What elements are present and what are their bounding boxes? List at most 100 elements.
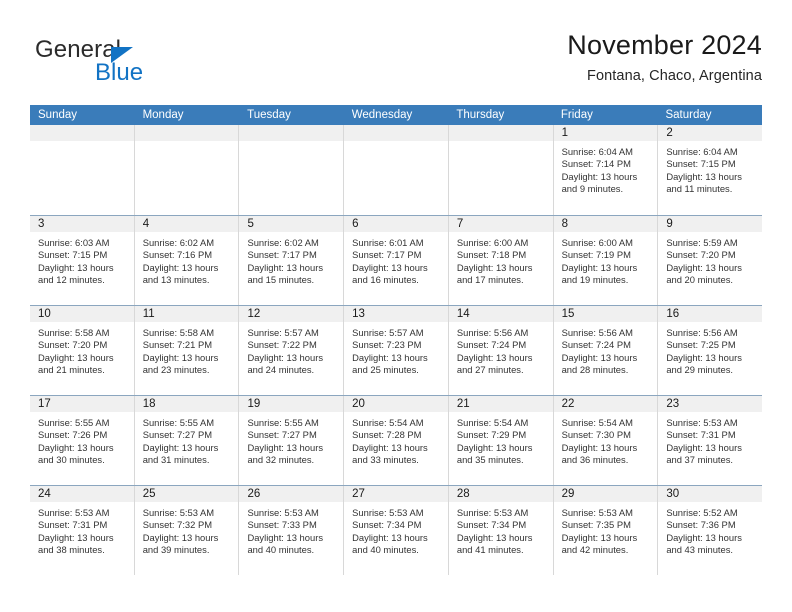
- calendar-day-cell[interactable]: 14 Sunrise: 5:56 AM Sunset: 7:24 PM Dayli…: [448, 306, 554, 395]
- day-number-band: 1: [553, 125, 658, 142]
- calendar-day-cell[interactable]: 26 Sunrise: 5:53 AM Sunset: 7:33 PM Dayli…: [239, 486, 345, 575]
- day-number: 24: [38, 488, 51, 500]
- day-number-band: 7: [448, 216, 553, 233]
- day-sun-details: Sunrise: 5:53 AM Sunset: 7:33 PM Dayligh…: [247, 507, 324, 556]
- day-sun-details: Sunrise: 6:02 AM Sunset: 7:16 PM Dayligh…: [142, 237, 219, 286]
- calendar-day-cell[interactable]: 3 Sunrise: 6:03 AM Sunset: 7:15 PM Daylig…: [30, 216, 135, 305]
- day-sun-details: Sunrise: 5:59 AM Sunset: 7:20 PM Dayligh…: [666, 237, 742, 286]
- day-number-band: 12: [239, 306, 344, 323]
- calendar-day-cell[interactable]: 1 Sunrise: 6:04 AM Sunset: 7:14 PM Daylig…: [553, 125, 659, 215]
- day-number-band: 15: [553, 306, 658, 323]
- day-number-band: 28: [448, 486, 553, 503]
- weekday-header-friday: Friday: [560, 109, 593, 121]
- day-number: 2: [666, 127, 673, 139]
- day-sun-details: Sunrise: 6:04 AM Sunset: 7:14 PM Dayligh…: [561, 146, 638, 195]
- day-number: 19: [247, 398, 261, 410]
- day-number-band: 17: [30, 396, 134, 413]
- calendar-day-cell[interactable]: 22 Sunrise: 5:54 AM Sunset: 7:30 PM Dayli…: [553, 396, 659, 485]
- day-number: 15: [561, 308, 575, 320]
- day-sun-details: Sunrise: 5:58 AM Sunset: 7:20 PM Dayligh…: [38, 327, 114, 376]
- day-sun-details: Sunrise: 6:00 AM Sunset: 7:19 PM Dayligh…: [561, 237, 638, 286]
- day-number-band: 11: [134, 306, 239, 323]
- calendar-day-cell[interactable]: 20 Sunrise: 5:54 AM Sunset: 7:28 PM Dayli…: [344, 396, 449, 485]
- calendar-day-cell[interactable]: 18 Sunrise: 5:55 AM Sunset: 7:27 PM Dayli…: [134, 396, 240, 485]
- calendar-day-cell[interactable]: 19 Sunrise: 5:55 AM Sunset: 7:27 PM Dayli…: [239, 396, 345, 485]
- calendar-day-cell[interactable]: 21 Sunrise: 5:54 AM Sunset: 7:29 PM Dayli…: [448, 396, 554, 485]
- day-sun-details: Sunrise: 5:53 AM Sunset: 7:31 PM Dayligh…: [38, 507, 114, 556]
- day-number: 4: [142, 218, 150, 230]
- calendar-week-row: 1 Sunrise: 6:04 AM Sunset: 7:14 PM Daylig…: [30, 125, 763, 215]
- day-number: 1: [561, 127, 568, 139]
- day-sun-details: Sunrise: 5:58 AM Sunset: 7:21 PM Dayligh…: [142, 327, 219, 376]
- calendar-day-cell[interactable]: 4 Sunrise: 6:02 AM Sunset: 7:16 PM Daylig…: [134, 216, 240, 305]
- weekday-header-tuesday: Tuesday: [247, 109, 291, 121]
- day-number-band: 19: [239, 396, 344, 413]
- calendar-day-cell[interactable]: 17 Sunrise: 5:55 AM Sunset: 7:26 PM Dayli…: [30, 396, 135, 485]
- calendar-day-cell[interactable]: 11 Sunrise: 5:58 AM Sunset: 7:21 PM Dayli…: [134, 306, 240, 395]
- calendar-day-cell[interactable]: 28 Sunrise: 5:53 AM Sunset: 7:34 PM Dayli…: [448, 486, 554, 575]
- day-number-band: 27: [344, 486, 448, 503]
- day-number: 14: [456, 308, 470, 320]
- day-sun-details: Sunrise: 5:53 AM Sunset: 7:34 PM Dayligh…: [352, 507, 428, 556]
- day-number-band: 22: [553, 396, 658, 413]
- calendar-week-row: 17 Sunrise: 5:55 AM Sunset: 7:26 PM Dayli…: [30, 395, 763, 485]
- day-number: 3: [38, 218, 45, 230]
- calendar-day-cell[interactable]: 2 Sunrise: 6:04 AM Sunset: 7:15 PM Daylig…: [658, 125, 763, 215]
- day-sun-details: [344, 142, 448, 146]
- calendar-day-cell[interactable]: 9 Sunrise: 5:59 AM Sunset: 7:20 PM Daylig…: [658, 216, 763, 305]
- calendar-day-cell[interactable]: 27 Sunrise: 5:53 AM Sunset: 7:34 PM Dayli…: [344, 486, 449, 575]
- calendar-page: General Blue November 2024 Fontana, Chac…: [0, 0, 792, 612]
- day-number-band: 20: [344, 396, 448, 413]
- calendar-day-cell[interactable]: 29 Sunrise: 5:53 AM Sunset: 7:35 PM Dayli…: [553, 486, 659, 575]
- general-blue-logo[interactable]: General Blue: [35, 36, 275, 94]
- day-sun-details: Sunrise: 6:04 AM Sunset: 7:15 PM Dayligh…: [666, 146, 742, 195]
- day-number-band: 29: [553, 486, 658, 503]
- day-sun-details: Sunrise: 6:03 AM Sunset: 7:15 PM Dayligh…: [38, 237, 114, 286]
- day-number-band: 4: [134, 216, 239, 233]
- calendar-day-cell[interactable]: 16 Sunrise: 5:56 AM Sunset: 7:25 PM Dayli…: [658, 306, 763, 395]
- day-number: 5: [247, 218, 254, 230]
- day-number: 30: [666, 488, 680, 500]
- day-sun-details: Sunrise: 6:01 AM Sunset: 7:17 PM Dayligh…: [352, 237, 428, 286]
- logo-text-blue: Blue: [95, 59, 144, 86]
- day-number-band: 13: [344, 306, 448, 323]
- day-sun-details: Sunrise: 5:53 AM Sunset: 7:34 PM Dayligh…: [456, 507, 533, 556]
- day-number-band: 14: [448, 306, 553, 323]
- day-sun-details: [135, 142, 239, 146]
- day-number: 12: [247, 308, 261, 320]
- day-number-band: 26: [239, 486, 344, 503]
- calendar-week-row: 24 Sunrise: 5:53 AM Sunset: 7:31 PM Dayli…: [30, 485, 763, 575]
- day-sun-details: Sunrise: 5:56 AM Sunset: 7:24 PM Dayligh…: [456, 327, 533, 376]
- weekday-header-wednesday: Wednesday: [351, 109, 413, 121]
- day-number-band: 3: [30, 216, 134, 233]
- calendar-day-cell[interactable]: 5 Sunrise: 6:02 AM Sunset: 7:17 PM Daylig…: [239, 216, 345, 305]
- calendar-day-cell[interactable]: 12 Sunrise: 5:57 AM Sunset: 7:22 PM Dayli…: [239, 306, 345, 395]
- day-number-band: 6: [344, 216, 448, 233]
- calendar-day-cell[interactable]: 6 Sunrise: 6:01 AM Sunset: 7:17 PM Daylig…: [344, 216, 449, 305]
- calendar-day-cell[interactable]: 10 Sunrise: 5:58 AM Sunset: 7:20 PM Dayli…: [30, 306, 135, 395]
- calendar-day-cell-empty: [239, 125, 345, 215]
- day-number: 28: [456, 488, 470, 500]
- calendar-day-cell[interactable]: 24 Sunrise: 5:53 AM Sunset: 7:31 PM Dayli…: [30, 486, 135, 575]
- calendar-day-cell[interactable]: 15 Sunrise: 5:56 AM Sunset: 7:24 PM Dayli…: [553, 306, 659, 395]
- day-sun-details: Sunrise: 5:57 AM Sunset: 7:22 PM Dayligh…: [247, 327, 324, 376]
- calendar-day-cell[interactable]: 8 Sunrise: 6:00 AM Sunset: 7:19 PM Daylig…: [553, 216, 659, 305]
- day-number-band: 9: [658, 216, 763, 233]
- day-sun-details: [30, 142, 134, 146]
- day-number-band: [239, 125, 344, 142]
- calendar-day-cell[interactable]: 23 Sunrise: 5:53 AM Sunset: 7:31 PM Dayli…: [658, 396, 763, 485]
- day-sun-details: Sunrise: 5:55 AM Sunset: 7:27 PM Dayligh…: [142, 417, 219, 466]
- day-number-band: 30: [658, 486, 763, 503]
- day-number: 27: [352, 488, 365, 500]
- day-sun-details: Sunrise: 5:56 AM Sunset: 7:24 PM Dayligh…: [561, 327, 638, 376]
- day-sun-details: Sunrise: 5:54 AM Sunset: 7:29 PM Dayligh…: [456, 417, 533, 466]
- day-number-band: 10: [30, 306, 134, 323]
- calendar-day-cell[interactable]: 25 Sunrise: 5:53 AM Sunset: 7:32 PM Dayli…: [134, 486, 240, 575]
- day-number: 11: [142, 308, 155, 320]
- calendar-day-cell[interactable]: 7 Sunrise: 6:00 AM Sunset: 7:18 PM Daylig…: [448, 216, 554, 305]
- day-number-band: [344, 125, 448, 142]
- calendar-day-cell[interactable]: 30 Sunrise: 5:52 AM Sunset: 7:36 PM Dayli…: [658, 486, 763, 575]
- day-sun-details: Sunrise: 5:53 AM Sunset: 7:31 PM Dayligh…: [666, 417, 742, 466]
- day-sun-details: Sunrise: 5:55 AM Sunset: 7:27 PM Dayligh…: [247, 417, 324, 466]
- calendar-day-cell[interactable]: 13 Sunrise: 5:57 AM Sunset: 7:23 PM Dayli…: [344, 306, 449, 395]
